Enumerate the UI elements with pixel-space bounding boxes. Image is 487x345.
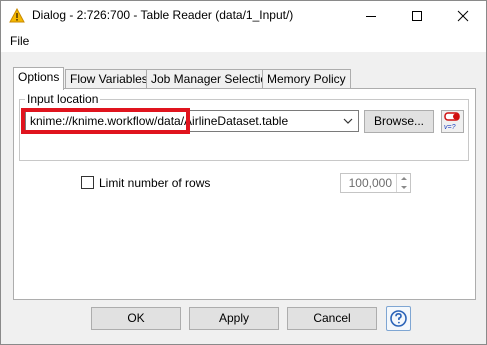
maximize-icon [412,11,422,21]
cancel-button[interactable]: Cancel [287,307,377,330]
input-location-value: knime://knime.workflow/data/AirlineDatas… [30,114,289,128]
spinner-buttons [396,174,410,192]
tab-flow-variables[interactable]: Flow Variables [65,69,153,88]
minimize-icon [366,16,376,17]
limit-rows-label[interactable]: Limit number of rows [99,176,210,190]
options-panel: Input location knime://knime.workflow/da… [13,88,476,300]
flow-variable-icon-text: v=? [444,124,456,131]
knime-warning-icon [9,8,25,23]
browse-button[interactable]: Browse... [364,110,434,133]
spin-down-icon[interactable] [397,183,411,192]
tab-memory-policy[interactable]: Memory Policy [262,69,351,88]
flow-variable-button[interactable]: v=? [441,110,464,133]
help-icon [390,310,407,327]
dialog-window: Dialog - 2:726:700 - Table Reader (data/… [0,0,487,345]
help-button[interactable] [386,306,411,331]
ok-button[interactable]: OK [91,307,181,330]
chevron-down-icon[interactable] [343,118,353,125]
close-icon [457,10,469,22]
maximize-button[interactable] [394,1,440,31]
menu-bar: File [1,31,486,52]
window-title: Dialog - 2:726:700 - Table Reader (data/… [32,8,294,22]
apply-button[interactable]: Apply [189,307,279,330]
tab-options[interactable]: Options [13,67,65,90]
input-location-group: Input location knime://knime.workflow/da… [19,92,469,161]
minimize-button[interactable] [348,1,394,31]
input-location-combobox[interactable]: knime://knime.workflow/data/AirlineDatas… [25,110,359,132]
menu-file[interactable]: File [10,34,29,48]
close-button[interactable] [440,1,486,31]
row-limit-spinner[interactable]: 100,000 [340,173,411,193]
input-location-label: Input location [25,92,101,106]
limit-rows-checkbox[interactable] [81,176,94,189]
title-bar[interactable]: Dialog - 2:726:700 - Table Reader (data/… [1,1,486,31]
row-limit-value: 100,000 [348,176,392,190]
spin-up-icon[interactable] [397,174,411,183]
flow-variable-icon: v=? [444,112,460,131]
tab-job-manager-selection[interactable]: Job Manager Selection [146,69,279,88]
